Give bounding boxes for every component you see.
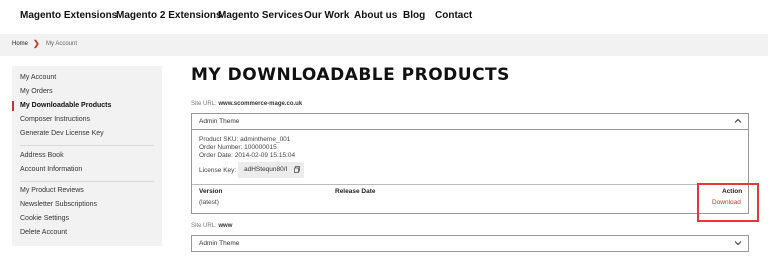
nav-about-us[interactable]: About us <box>354 10 397 21</box>
column-header-version: Version <box>199 188 223 195</box>
sidebar-item-newsletter-subscriptions[interactable]: Newsletter Subscriptions <box>20 201 97 208</box>
site-url-value: www.scommerce-mage.co.uk <box>218 101 303 107</box>
table-divider <box>192 184 748 185</box>
product-select-value: Admin Theme <box>199 118 240 125</box>
sidebar-item-composer-instructions[interactable]: Composer Instructions <box>20 116 90 123</box>
breadcrumb: Home ❯ My Account <box>0 34 768 56</box>
sidebar-item-generate-dev-license-key[interactable]: Generate Dev License Key <box>20 130 104 137</box>
column-header-release-date: Release Date <box>335 188 376 195</box>
sidebar-item-cookie-settings[interactable]: Cookie Settings <box>20 215 69 222</box>
sidebar-item-address-book[interactable]: Address Book <box>20 152 64 159</box>
breadcrumb-chevron-icon: ❯ <box>33 39 40 48</box>
site-url-label-2: Site URL: <box>191 223 217 229</box>
site-url-label: Site URL: <box>191 101 217 107</box>
page-title: MY DOWNLOADABLE PRODUCTS <box>191 65 510 85</box>
sidebar-item-delete-account[interactable]: Delete Account <box>20 229 67 236</box>
active-indicator <box>12 101 14 111</box>
chevron-down-icon <box>734 241 742 246</box>
product-select-2[interactable]: Admin Theme <box>191 235 749 252</box>
site-url-line: Site URL: www.scommerce-mage.co.uk <box>191 101 302 107</box>
nav-our-work[interactable]: Our Work <box>304 10 349 21</box>
nav-magento-extensions[interactable]: Magento Extensions <box>20 10 117 21</box>
nav-blog[interactable]: Blog <box>403 10 425 21</box>
chevron-up-icon <box>734 118 742 123</box>
nav-magento-services[interactable]: Magento Services <box>218 10 303 21</box>
sidebar-item-account-information[interactable]: Account Information <box>20 166 82 173</box>
product-select-1[interactable]: Admin Theme <box>191 113 749 130</box>
order-number: Order Number: 100000015 <box>199 144 277 151</box>
product-select-value-2: Admin Theme <box>199 240 240 247</box>
nav-contact[interactable]: Contact <box>435 10 472 21</box>
product-details-panel: Product SKU: admintheme_001 Order Number… <box>191 130 749 214</box>
version-cell: (latest) <box>199 199 219 206</box>
sidebar-item-my-orders[interactable]: My Orders <box>20 88 53 95</box>
sidebar-divider <box>20 181 154 182</box>
top-navigation: Magento Extensions Magento 2 Extensions … <box>0 0 768 34</box>
license-key-box: adHStequn80/I <box>238 162 304 178</box>
copy-icon[interactable] <box>294 166 300 173</box>
sidebar-item-my-downloadable-products[interactable]: My Downloadable Products <box>20 102 111 109</box>
breadcrumb-home-link[interactable]: Home <box>12 41 28 47</box>
sidebar-divider <box>20 145 154 146</box>
license-key-value: adHStequn80/I <box>244 166 288 173</box>
sidebar-item-my-product-reviews[interactable]: My Product Reviews <box>20 187 84 194</box>
breadcrumb-current: My Account <box>46 41 78 47</box>
nav-magento2-extensions[interactable]: Magento 2 Extensions <box>116 10 222 21</box>
download-highlight-box <box>697 183 759 222</box>
site-url-value-2: www <box>218 223 233 229</box>
license-key-label: License Key: <box>199 167 237 174</box>
order-date: Order Date: 2014-02-09 15:15:04 <box>199 152 296 159</box>
account-sidebar: My Account My Orders My Downloadable Pro… <box>12 66 162 246</box>
sidebar-item-my-account[interactable]: My Account <box>20 74 56 81</box>
site-url-line-2: Site URL: www <box>191 223 232 229</box>
product-sku: Product SKU: admintheme_001 <box>199 136 291 143</box>
